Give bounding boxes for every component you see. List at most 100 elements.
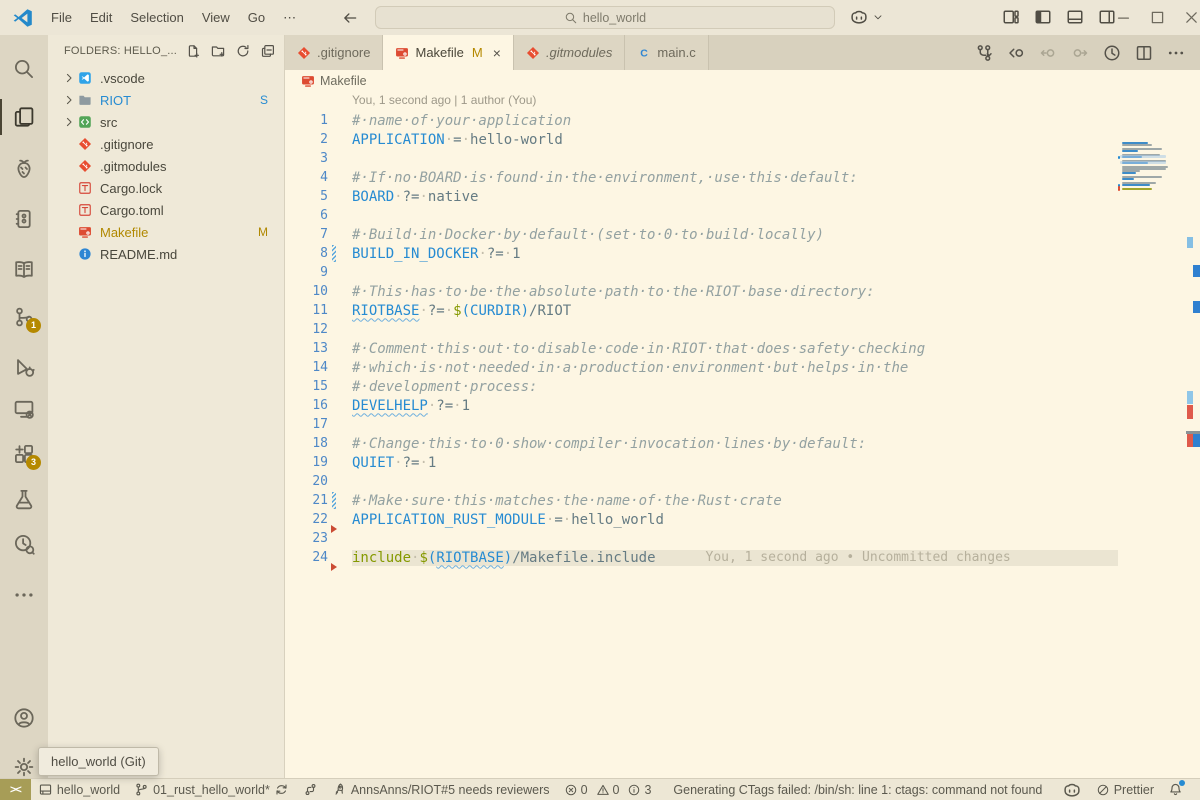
code-line-24[interactable]: 24include·$(RIOTBASE)/Makefile.includeYo… bbox=[285, 548, 1200, 567]
code-line-4[interactable]: 4#·If·no·BOARD·is·found·in·the·environme… bbox=[285, 168, 1200, 187]
code-line-17[interactable]: 17 bbox=[285, 415, 1200, 434]
code-line-18[interactable]: 18#·Change·this·to·0·show·compiler·invoc… bbox=[285, 434, 1200, 453]
code-line-21[interactable]: 21#·Make·sure·this·matches·the·name·of·t… bbox=[285, 491, 1200, 510]
timeline-icon[interactable] bbox=[1102, 43, 1122, 63]
code-line-16[interactable]: 16DEVELHELP·?=·1 bbox=[285, 396, 1200, 415]
tab--gitignore[interactable]: .gitignore bbox=[285, 35, 383, 70]
ctags-message[interactable]: Generating CTags failed: /bin/sh: line 1… bbox=[663, 783, 1052, 797]
activity-accounts[interactable] bbox=[0, 698, 48, 738]
code-line-7[interactable]: 7#·Build·in·Docker·by·default·(set·to·0·… bbox=[285, 225, 1200, 244]
tab-close-icon[interactable]: × bbox=[493, 45, 501, 61]
minimap[interactable] bbox=[1118, 142, 1170, 194]
tree-item-riot[interactable]: RIOTS bbox=[48, 89, 284, 111]
gutter-decorations bbox=[328, 111, 352, 130]
activity-clipboard-extension[interactable] bbox=[0, 199, 48, 239]
tree-item--gitignore[interactable]: .gitignore bbox=[48, 133, 284, 155]
tree-item-cargo-toml[interactable]: Cargo.toml bbox=[48, 199, 284, 221]
code-line-11[interactable]: 11RIOTBASE·?=·$(CURDIR)/RIOT bbox=[285, 301, 1200, 320]
status-copilot-status[interactable] bbox=[1055, 779, 1089, 800]
modified-line-marker bbox=[332, 245, 336, 262]
tab--gitmodules[interactable]: .gitmodules bbox=[514, 35, 625, 70]
tree-item-makefile[interactable]: MakefileM bbox=[48, 221, 284, 243]
new-folder-icon[interactable] bbox=[210, 43, 226, 59]
menu-item-file[interactable]: File bbox=[42, 6, 81, 30]
activity-extensions[interactable]: 3 bbox=[0, 434, 48, 474]
activity-testing[interactable] bbox=[0, 479, 48, 519]
minimap-gutter-marker bbox=[1118, 188, 1120, 191]
tree-item-src[interactable]: src bbox=[48, 111, 284, 133]
toggle-sidebar-icon[interactable] bbox=[1032, 6, 1054, 28]
menu-item-[interactable]: ⋯ bbox=[274, 6, 305, 30]
activity-docs-extension[interactable] bbox=[0, 249, 48, 289]
code-token: · bbox=[419, 189, 427, 205]
code-line-3[interactable]: 3 bbox=[285, 149, 1200, 168]
toggle-panel-icon[interactable] bbox=[1064, 6, 1086, 28]
menu-item-view[interactable]: View bbox=[193, 6, 239, 30]
tree-item--gitmodules[interactable]: .gitmodules bbox=[48, 155, 284, 177]
copilot-menu[interactable] bbox=[848, 6, 884, 28]
new-file-icon[interactable] bbox=[185, 43, 201, 59]
code-line-9[interactable]: 9 bbox=[285, 263, 1200, 282]
remote-indicator[interactable]: >< bbox=[0, 779, 31, 800]
code-line-15[interactable]: 15#·development·process: bbox=[285, 377, 1200, 396]
back-arrow-icon[interactable] bbox=[339, 7, 361, 29]
close-icon[interactable] bbox=[1180, 6, 1200, 28]
code-line-6[interactable]: 6 bbox=[285, 206, 1200, 225]
activity-more-views[interactable] bbox=[0, 575, 48, 615]
sync-icon[interactable] bbox=[274, 782, 289, 797]
code-line-19[interactable]: 19QUIET·?=·1 bbox=[285, 453, 1200, 472]
tab-main-c[interactable]: Cmain.c bbox=[625, 35, 708, 70]
code-line-2[interactable]: 2APPLICATION·=·hello-world bbox=[285, 130, 1200, 149]
code-token: BUILD_IN_DOCKER bbox=[352, 246, 478, 262]
status-compare-refs[interactable] bbox=[296, 779, 325, 800]
activity-berry-extension[interactable] bbox=[0, 149, 48, 189]
code-line-22[interactable]: 22APPLICATION_RUST_MODULE·=·hello_world bbox=[285, 510, 1200, 529]
customize-layout-icon[interactable] bbox=[1000, 6, 1022, 28]
code-editor[interactable]: You, 1 second ago | 1 author (You) 1#·na… bbox=[285, 92, 1200, 778]
split-editor-icon[interactable] bbox=[1134, 43, 1154, 63]
status-git-branch[interactable]: 01_rust_hello_world* bbox=[127, 779, 296, 800]
status-prettier[interactable]: Prettier bbox=[1089, 779, 1161, 800]
activity-remote-explorer[interactable] bbox=[0, 389, 48, 429]
menu-item-go[interactable]: Go bbox=[239, 6, 274, 30]
status-notifications[interactable] bbox=[1161, 779, 1190, 800]
tree-item-readme-md[interactable]: README.md bbox=[48, 243, 284, 265]
code-line-8[interactable]: 8BUILD_IN_DOCKER·?=·1 bbox=[285, 244, 1200, 263]
tree-item-cargo-lock[interactable]: Cargo.lock bbox=[48, 177, 284, 199]
command-center-search[interactable]: hello_world bbox=[375, 6, 835, 29]
code-line-12[interactable]: 12 bbox=[285, 320, 1200, 339]
status-pull-request[interactable]: AnnsAnns/RIOT#5 needs reviewers bbox=[325, 779, 557, 800]
collapse-all-icon[interactable] bbox=[260, 43, 276, 59]
code-line-1[interactable]: 1#·name·of·your·application bbox=[285, 111, 1200, 130]
code-line-23[interactable]: 23 bbox=[285, 529, 1200, 548]
maximize-icon[interactable] bbox=[1146, 6, 1168, 28]
menu-item-edit[interactable]: Edit bbox=[81, 6, 121, 30]
git-file-icon bbox=[297, 46, 311, 60]
code-line-10[interactable]: 10#·This·has·to·be·the·absolute·path·to·… bbox=[285, 282, 1200, 301]
more-actions-icon[interactable] bbox=[1166, 43, 1186, 63]
line-content: BOARD·?=·native bbox=[352, 189, 478, 205]
code-line-14[interactable]: 14#·which·is·not·needed·in·a·production·… bbox=[285, 358, 1200, 377]
tab-makefile[interactable]: MakefileM× bbox=[383, 35, 513, 70]
refresh-icon[interactable] bbox=[235, 43, 251, 59]
status-workspace[interactable]: hello_world bbox=[31, 779, 127, 800]
breadcrumb[interactable]: Makefile bbox=[285, 70, 1200, 92]
code-line-5[interactable]: 5BOARD·?=·native bbox=[285, 187, 1200, 206]
gutter-decorations bbox=[328, 187, 352, 206]
problems-status[interactable]: 003 bbox=[557, 779, 664, 800]
minimize-icon[interactable] bbox=[1112, 6, 1134, 28]
code-line-13[interactable]: 13#·Comment·this·out·to·disable·code·in·… bbox=[285, 339, 1200, 358]
tree-item--vscode[interactable]: .vscode bbox=[48, 67, 284, 89]
code-line-20[interactable]: 20 bbox=[285, 472, 1200, 491]
menu-item-selection[interactable]: Selection bbox=[121, 6, 192, 30]
activity-search[interactable] bbox=[0, 49, 48, 89]
activity-gitlens-inspect[interactable] bbox=[0, 524, 48, 564]
line-number: 11 bbox=[285, 303, 328, 318]
git-graph-icon[interactable] bbox=[974, 43, 994, 63]
copilot-icon bbox=[1062, 780, 1082, 800]
activity-explorer[interactable] bbox=[0, 97, 48, 137]
previous-change-icon[interactable] bbox=[1006, 43, 1026, 63]
activity-source-control[interactable]: 1 bbox=[0, 297, 48, 337]
gutter-decorations bbox=[328, 206, 352, 225]
activity-run-debug[interactable] bbox=[0, 347, 48, 387]
